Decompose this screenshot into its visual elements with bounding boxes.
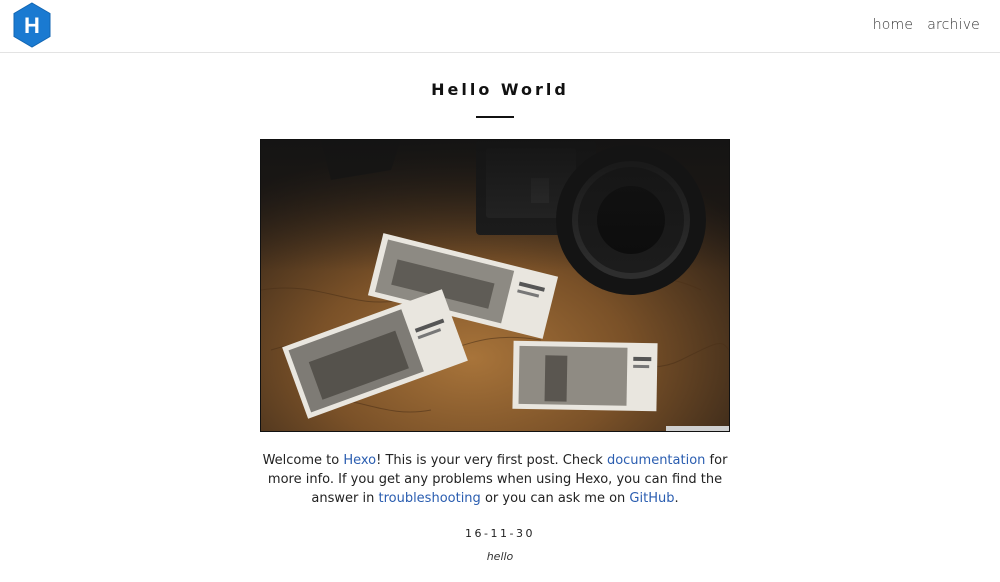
documentation-link[interactable]: documentation — [607, 453, 705, 468]
post-text-1: Welcome to — [262, 453, 344, 468]
post-text-4: or you can ask me on — [480, 491, 630, 506]
svg-text:H: H — [24, 13, 40, 38]
nav-home[interactable]: home — [873, 17, 914, 33]
github-link[interactable]: GitHub — [629, 491, 674, 506]
hexo-logo[interactable]: H — [12, 2, 52, 48]
hexo-link[interactable]: Hexo — [343, 453, 376, 468]
post-text-2: ! This is your very first post. Check — [376, 453, 607, 468]
post-text-5: . — [674, 491, 679, 506]
main-nav: home archive — [873, 17, 980, 33]
post-title[interactable]: Hello World — [0, 80, 1000, 99]
site-header: H home archive — [0, 0, 1000, 53]
post-tag[interactable]: hello — [0, 550, 1000, 563]
title-divider — [476, 116, 514, 118]
troubleshooting-link[interactable]: troubleshooting — [378, 491, 480, 506]
hexo-logo-icon: H — [13, 2, 51, 48]
nav-archive[interactable]: archive — [927, 17, 980, 33]
post-cover-image — [260, 139, 730, 432]
post-date: 16-11-30 — [465, 527, 535, 540]
post-content: Welcome to Hexo! This is your very first… — [260, 451, 730, 508]
